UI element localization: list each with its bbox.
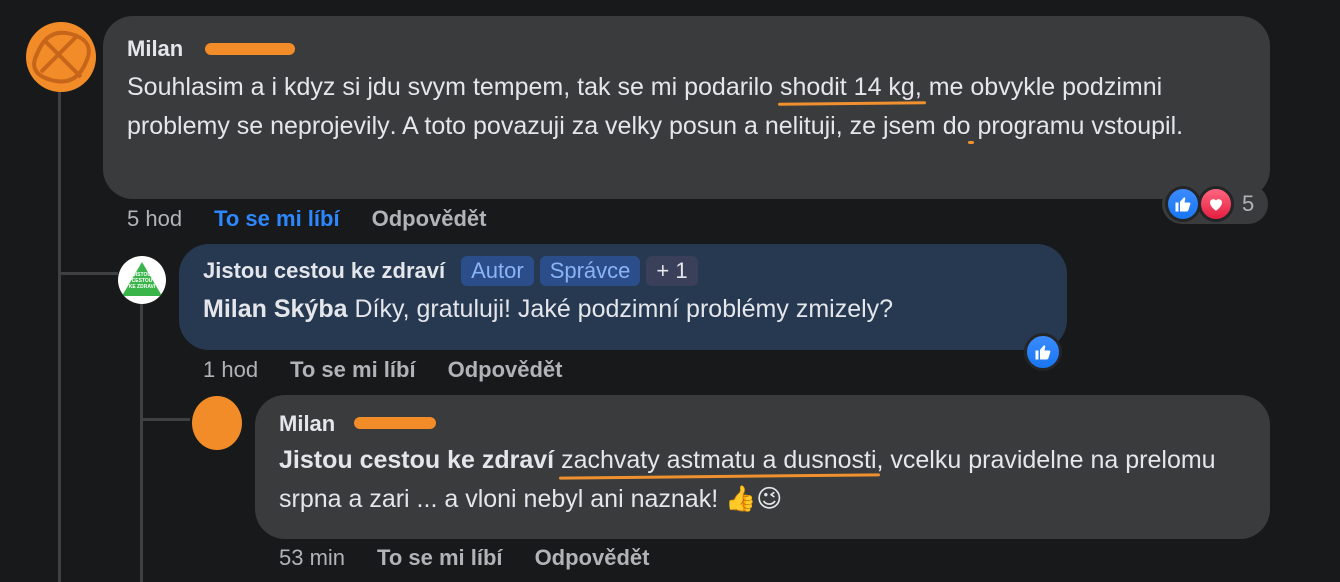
mention-link[interactable]: Milan Skýba [203,295,348,323]
reply-bubble: Milan Jistou cestou ke zdraví zachvaty a… [255,395,1270,539]
reply-actions: 1 hod To se mi líbí Odpovědět [203,357,562,383]
more-badges[interactable]: + 1 [646,256,698,286]
author-badge[interactable]: Autor [461,256,534,286]
like-button[interactable]: To se mi líbí [377,545,503,571]
text-segment: Souhlasim a i kdyz si jdu svym tempem, t… [127,73,781,101]
comment-actions: 5 hod To se mi líbí Odpovědět [127,206,486,232]
reply-button[interactable]: Odpovědět [535,545,650,571]
mention-link[interactable]: Jistou cestou ke zdraví [279,446,554,474]
like-button[interactable]: To se mi líbí [214,206,340,232]
admin-badge[interactable]: Správce [539,256,641,286]
like-button[interactable]: To se mi líbí [290,357,416,383]
reply-button[interactable]: Odpovědět [372,206,487,232]
highlighted-text: zachvaty astmatu a dusnosti [561,446,877,474]
reply-time[interactable]: 53 min [279,545,345,571]
thread-line-main [58,92,61,582]
like-reaction-icon [1165,186,1201,222]
text-segment: . A toto povazuji za velky posun a nelit… [389,112,1184,140]
thread-line-sub [140,300,143,582]
reply-text-line: Milan Skýba Díky, gratuluji! Jaké podzim… [203,290,1043,329]
reply-actions: 53 min To se mi líbí Odpovědět [279,545,649,571]
love-reaction-icon [1198,186,1234,222]
page-logo-text: JISTOU CESTOU KE ZDRAVÍ [128,272,156,290]
reply-text: Jistou cestou ke zdraví zachvaty astmatu… [279,441,1239,519]
reply-author[interactable]: Milan [279,411,1246,437]
thread-line-branch-2 [140,418,190,421]
reply-bubble: Jistou cestou ke zdraví Autor Správce + … [179,244,1067,350]
text-segment: me [921,73,971,101]
comment-text: Souhlasim a i kdyz si jdu svym tempem, t… [127,68,1227,146]
highlighted-text: shodit 14 kg, [780,73,922,101]
reply-time[interactable]: 1 hod [203,357,258,383]
reaction-count: 5 [1242,191,1255,216]
avatar[interactable] [192,396,242,450]
avatar[interactable] [26,22,96,92]
redaction-scribble [354,417,436,429]
page-avatar[interactable]: JISTOU CESTOU KE ZDRAVÍ [118,256,166,304]
thread-line-branch-1 [58,272,118,275]
comment-time[interactable]: 5 hod [127,206,182,232]
avatar-scribble-icon [32,30,91,84]
redaction-scribble [205,43,295,55]
reaction-summary[interactable]: 5 [1162,184,1268,224]
reply-author[interactable]: Jistou cestou ke zdraví [203,258,445,284]
reply-button[interactable]: Odpovědět [448,357,563,383]
comment-author[interactable]: Milan [127,36,1246,62]
reply-like-reaction-icon[interactable] [1024,333,1062,371]
comment-bubble: Milan Souhlasim a i kdyz si jdu svym tem… [103,16,1270,199]
reply-text: Díky, gratuluji! Jaké podzimní problémy … [347,295,894,323]
